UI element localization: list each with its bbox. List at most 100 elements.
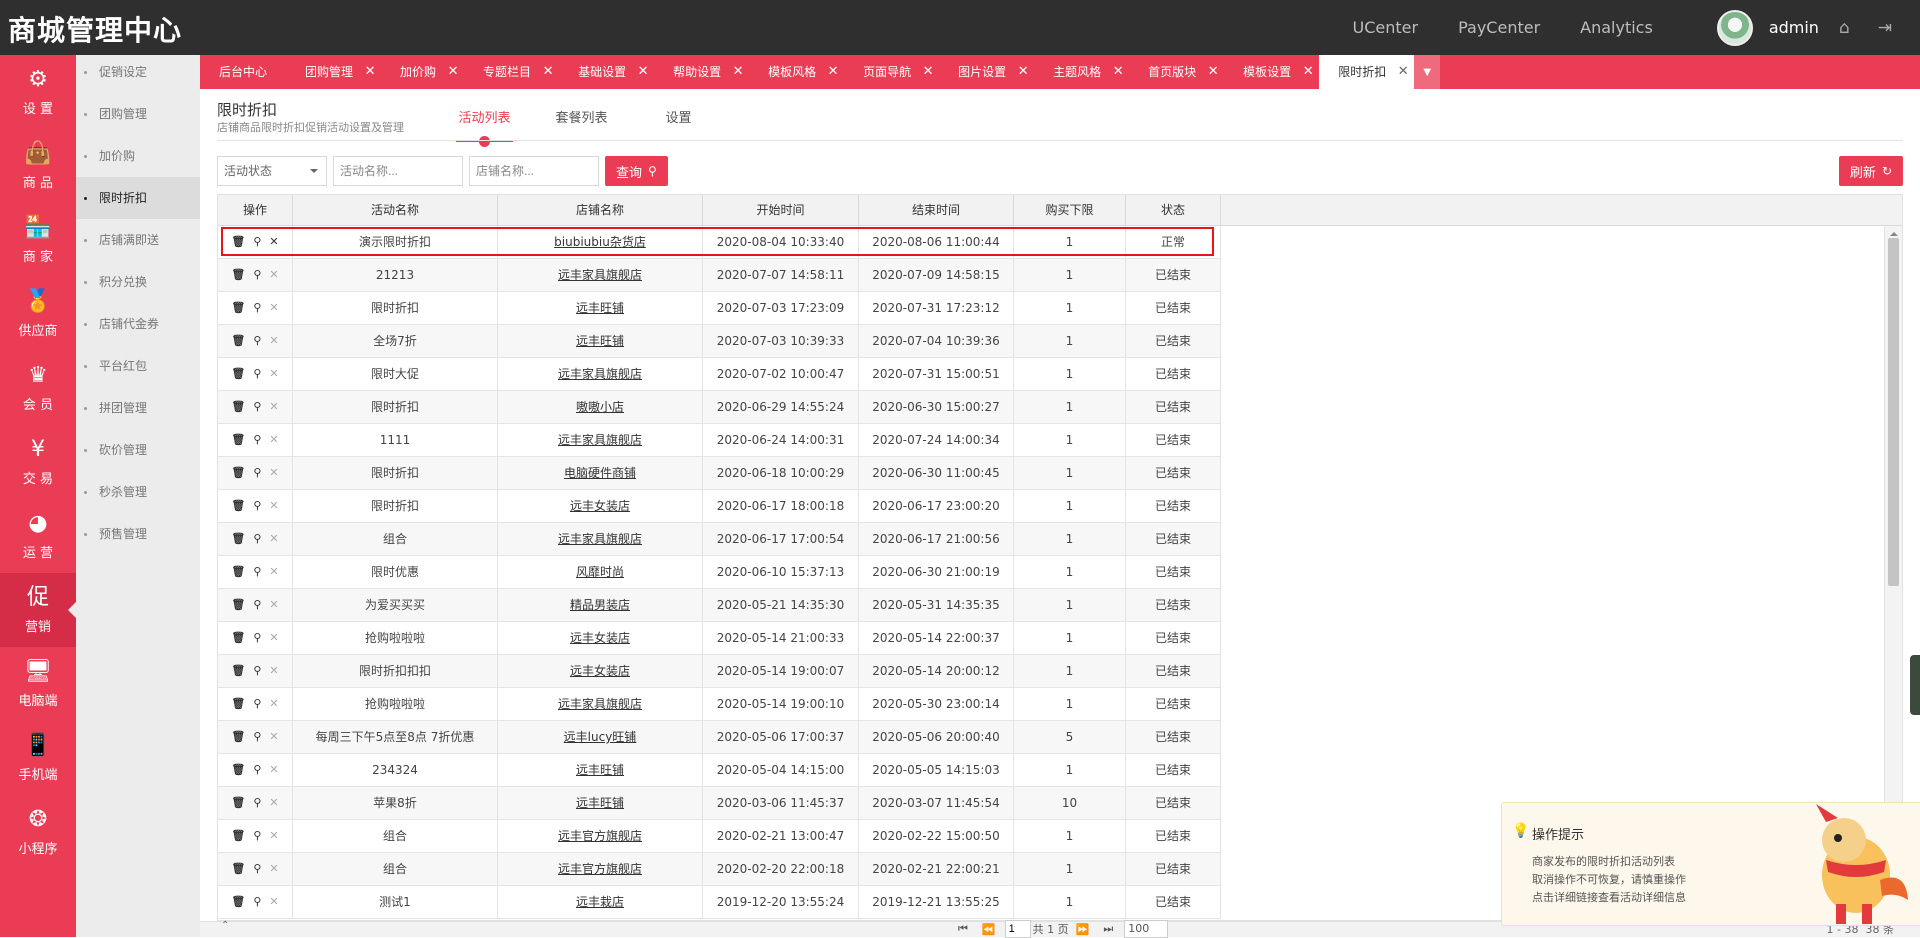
shop-link[interactable]: 远丰家具旗舰店 — [558, 433, 642, 447]
submenu-item[interactable]: 预售管理 — [76, 513, 200, 555]
cancel-icon[interactable]: ✕ — [269, 325, 278, 357]
page-number-input[interactable] — [1004, 920, 1031, 938]
tab-close-icon[interactable]: ✕ — [1297, 55, 1319, 89]
tab[interactable]: 首页版块 ✕ — [1129, 55, 1224, 89]
status-select[interactable]: 活动状态 — [217, 156, 327, 186]
shop-link[interactable]: 远丰栽店 — [576, 895, 624, 909]
cancel-icon[interactable]: ✕ — [269, 655, 278, 687]
collapse-up-icon[interactable]: ⌃ — [221, 920, 229, 931]
view-icon[interactable]: ⚲ — [253, 391, 261, 423]
cancel-icon[interactable]: ✕ — [269, 589, 278, 621]
tab-more-icon[interactable]: ▼ — [1414, 55, 1441, 89]
cancel-icon[interactable]: ✕ — [269, 523, 278, 555]
view-icon[interactable]: ⚲ — [253, 589, 261, 621]
tab[interactable]: 主题风格 ✕ — [1034, 55, 1129, 89]
subtab-activity-list[interactable]: 活动列表 — [436, 107, 533, 147]
sidebar-item-miniprogram[interactable]: ❂ 小程序 — [0, 795, 76, 869]
view-icon[interactable]: ⚲ — [253, 853, 261, 885]
shop-link[interactable]: biubiubiu杂货店 — [554, 235, 646, 249]
delete-icon[interactable]: 🗑 — [231, 226, 245, 258]
delete-icon[interactable]: 🗑 — [231, 688, 245, 720]
shop-link[interactable]: 远丰旺铺 — [576, 301, 624, 315]
cancel-icon[interactable]: ✕ — [269, 259, 278, 291]
submenu-item[interactable]: 限时折扣 — [76, 177, 200, 219]
view-icon[interactable]: ⚲ — [253, 457, 261, 489]
view-icon[interactable]: ⚲ — [253, 754, 261, 786]
cancel-icon[interactable]: ✕ — [269, 622, 278, 654]
tab-close-icon[interactable]: ✕ — [359, 55, 381, 89]
tab[interactable]: 帮助设置 ✕ — [654, 55, 749, 89]
tab[interactable]: 限时折扣 ✕ — [1319, 55, 1415, 89]
sidebar-item-store[interactable]: 🏪 商 家 — [0, 203, 76, 277]
shop-link[interactable]: 远丰官方旗舰店 — [558, 829, 642, 843]
view-icon[interactable]: ⚲ — [253, 622, 261, 654]
shop-link[interactable]: 远丰家具旗舰店 — [558, 532, 642, 546]
delete-icon[interactable]: 🗑 — [231, 622, 245, 654]
cancel-icon[interactable]: ✕ — [269, 391, 278, 423]
delete-icon[interactable]: 🗑 — [231, 292, 245, 324]
tab[interactable]: 模板风格 ✕ — [749, 55, 844, 89]
view-icon[interactable]: ⚲ — [253, 325, 261, 357]
cancel-icon[interactable]: ✕ — [269, 490, 278, 522]
shop-link[interactable]: 电脑硬件商铺 — [564, 466, 636, 480]
shop-link[interactable]: 远丰家具旗舰店 — [558, 367, 642, 381]
last-page-icon[interactable]: ⏭ — [1103, 922, 1113, 936]
view-icon[interactable]: ⚲ — [253, 886, 261, 918]
delete-icon[interactable]: 🗑 — [231, 589, 245, 621]
submenu-item[interactable]: 团购管理 — [76, 93, 200, 135]
cancel-icon[interactable]: ✕ — [269, 787, 278, 819]
mascot-image[interactable] — [1796, 800, 1916, 930]
tab-close-icon[interactable]: ✕ — [1202, 55, 1224, 89]
delete-icon[interactable]: 🗑 — [231, 853, 245, 885]
shop-link[interactable]: 远丰女装店 — [570, 631, 630, 645]
subtab-package-list[interactable]: 套餐列表 — [533, 107, 630, 126]
first-page-icon[interactable]: ⏮ — [958, 922, 968, 936]
tab-close-icon[interactable]: ✕ — [822, 55, 844, 89]
submenu-item[interactable]: 秒杀管理 — [76, 471, 200, 513]
shop-link[interactable]: 远丰官方旗舰店 — [558, 862, 642, 876]
tab-close-icon[interactable]: ✕ — [1012, 55, 1034, 89]
shop-link[interactable]: 远丰旺铺 — [576, 334, 624, 348]
sidebar-item-mobile[interactable]: 📱 手机端 — [0, 721, 76, 795]
cancel-icon[interactable]: ✕ — [269, 754, 278, 786]
edge-widget[interactable] — [1910, 655, 1920, 715]
delete-icon[interactable]: 🗑 — [231, 391, 245, 423]
delete-icon[interactable]: 🗑 — [231, 787, 245, 819]
view-icon[interactable]: ⚲ — [253, 292, 261, 324]
view-icon[interactable]: ⚲ — [253, 424, 261, 456]
tab[interactable]: 后台中心 — [200, 55, 286, 89]
shop-link[interactable]: 嗷嗷小店 — [576, 400, 624, 414]
sidebar-item-yen[interactable]: ¥ 交 易 — [0, 425, 76, 499]
delete-icon[interactable]: 🗑 — [231, 523, 245, 555]
cancel-icon[interactable]: ✕ — [269, 424, 278, 456]
next-page-icon[interactable]: ⏩ — [1076, 923, 1090, 936]
delete-icon[interactable]: 🗑 — [231, 556, 245, 588]
cancel-icon[interactable]: ✕ — [269, 886, 278, 918]
cancel-icon[interactable]: ✕ — [269, 457, 278, 489]
scroll-up-arrow-icon[interactable] — [1890, 228, 1898, 236]
view-icon[interactable]: ⚲ — [253, 820, 261, 852]
refresh-button[interactable]: 刷新 ↻ — [1838, 156, 1903, 186]
delete-icon[interactable]: 🗑 — [231, 886, 245, 918]
tab-close-icon[interactable]: ✕ — [632, 55, 654, 89]
shop-name-input[interactable] — [469, 156, 599, 186]
sidebar-item-monitor[interactable]: 🖥 电脑端 — [0, 647, 76, 721]
cancel-icon[interactable]: ✕ — [269, 226, 278, 258]
tab-close-icon[interactable]: ✕ — [1107, 55, 1129, 89]
sidebar-item-crown[interactable]: ♛ 会 员 — [0, 351, 76, 425]
sidebar-item-promo[interactable]: 促营销 — [0, 573, 77, 647]
submenu-item[interactable]: 积分兑换 — [76, 261, 200, 303]
shop-link[interactable]: 远丰旺铺 — [576, 796, 624, 810]
cancel-icon[interactable]: ✕ — [269, 358, 278, 390]
tab-close-icon[interactable]: ✕ — [917, 55, 939, 89]
view-icon[interactable]: ⚲ — [253, 490, 261, 522]
delete-icon[interactable]: 🗑 — [231, 490, 245, 522]
submenu-item[interactable]: 店铺代金券 — [76, 303, 200, 345]
tab[interactable]: 加价购 ✕ — [381, 55, 464, 89]
cancel-icon[interactable]: ✕ — [269, 721, 278, 753]
tab[interactable]: 团购管理 ✕ — [286, 55, 381, 89]
shop-link[interactable]: 远丰家具旗舰店 — [558, 268, 642, 282]
view-icon[interactable]: ⚲ — [253, 721, 261, 753]
delete-icon[interactable]: 🗑 — [231, 721, 245, 753]
sidebar-item-gear[interactable]: ⚙ 设 置 — [0, 55, 76, 129]
